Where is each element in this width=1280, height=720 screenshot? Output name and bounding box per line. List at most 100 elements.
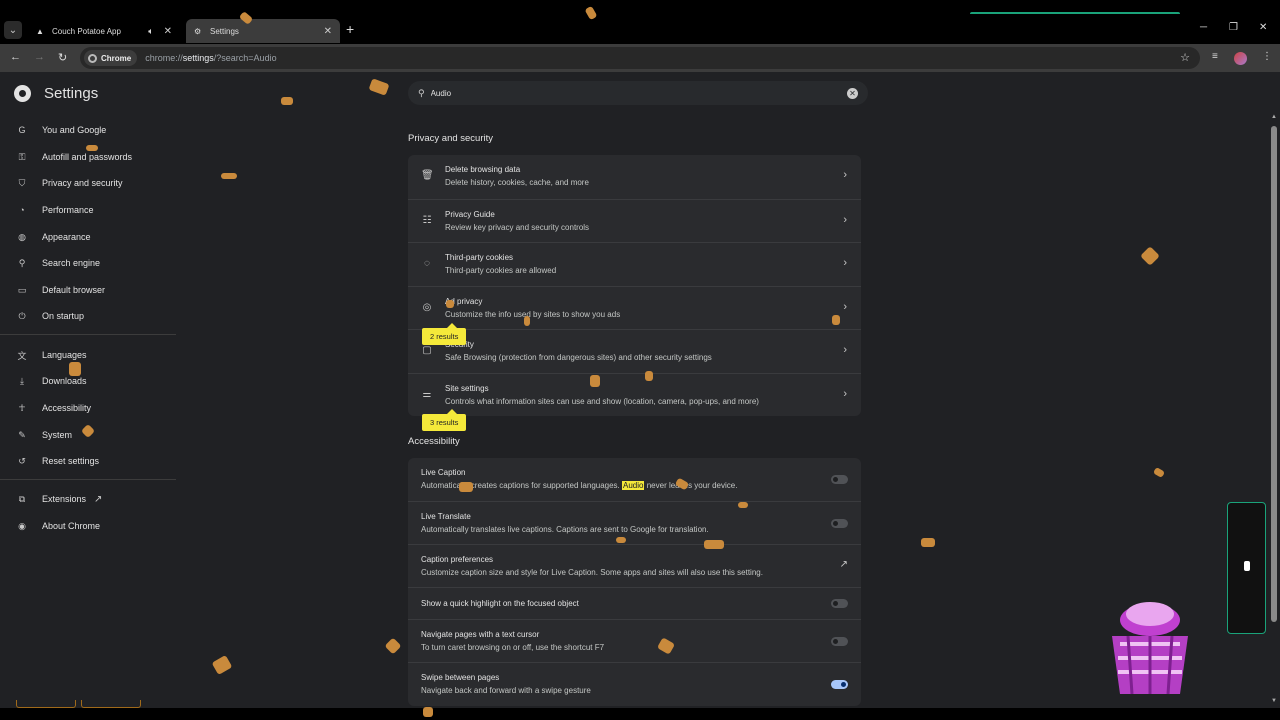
cookie-crumb-icon [69,362,81,376]
tab-couch-potatoe[interactable]: ▲ Couch Potatoe App 🔈︎ ✕ [28,20,180,42]
sidebar-item-search-engine[interactable]: ⚲ Search engine [16,254,100,272]
row-security[interactable]: ▢ Security Safe Browsing (protection fro… [408,329,861,373]
sidebar-item-performance[interactable]: ◔ Performance [16,201,93,219]
external-link-icon: ↗ [94,493,103,505]
sidebar-item-accessibility[interactable]: ☥ Accessibility [16,399,91,417]
row-title: Third-party cookies [445,253,514,262]
cookie-crumb-icon [423,707,433,717]
caret-browsing-toggle[interactable] [831,637,848,646]
page-scrollbar[interactable]: ▲ ▼ [1270,114,1278,704]
url-text[interactable]: chrome://settings/?search=Audio [145,53,276,63]
section-heading-privacy: Privacy and security [408,133,494,144]
close-icon[interactable]: ✕ [324,26,332,37]
palette-icon: ◍ [18,231,26,242]
floating-side-panel[interactable] [1227,502,1266,634]
sidebar-divider [0,479,176,480]
speaker-icon[interactable]: 🔈︎ [148,26,153,37]
row-subtitle: Safe Browsing (protection from dangerous… [445,353,712,362]
sidebar-item-autofill[interactable]: ⚿ Autofill and passwords [16,148,133,166]
search-results-badge: 3 results [422,409,467,431]
chevron-right-icon: › [843,387,847,400]
row-subtitle: To turn caret browsing on or off, use th… [421,643,605,652]
ad-privacy-icon: ◎ [422,301,432,313]
close-icon[interactable]: ✕ [164,26,172,37]
row-quick-highlight[interactable]: Show a quick highlight on the focused ob… [408,587,861,619]
page-title: Settings [44,85,99,102]
row-live-caption[interactable]: Live Caption Automatically creates capti… [408,458,861,501]
trash-icon: 🗑︎ [421,170,434,181]
scroll-down-icon[interactable]: ▼ [1271,698,1277,704]
sidebar-item-on-startup[interactable]: ⏻ On startup [16,307,84,325]
scroll-up-icon[interactable]: ▲ [1271,114,1277,120]
row-subtitle: Controls what information sites can use … [445,396,759,406]
muffin-logo-icon [1112,602,1188,695]
window-close-icon[interactable]: ✕ [1259,22,1267,33]
row-subtitle: Navigate back and forward with a swipe g… [421,686,591,695]
sidebar-item-extensions[interactable]: ⧉ Extensions ↗ [16,490,103,508]
row-live-translate[interactable]: Live Translate Automatically translates … [408,501,861,544]
search-icon: ⚲ [18,257,26,268]
sidebar-item-appearance[interactable]: ◍ Appearance [16,228,90,246]
row-title: Live Caption [421,468,466,477]
sidebar-item-reset[interactable]: ↺ Reset settings [16,452,99,470]
tab-strip: ⌄ ▲ Couch Potatoe App 🔈︎ ✕ ⚙ Settings ✕ … [0,0,1280,44]
live-translate-toggle[interactable] [831,519,848,528]
cookie-crumb-icon [86,145,98,151]
quick-highlight-toggle[interactable] [831,599,848,608]
wrench-icon: ✎ [18,429,26,440]
row-delete-browsing-data[interactable]: 🗑︎ Delete browsing data Delete history, … [408,155,861,199]
row-ad-privacy[interactable]: ◎ Ad privacy Customize the info used by … [408,285,861,330]
tab-settings[interactable]: ⚙ Settings ✕ [186,19,340,43]
site-info-chip[interactable]: Chrome [84,50,138,66]
back-icon[interactable]: ← [10,51,21,63]
search-highlight: Audio [622,481,645,490]
accessibility-icon: ☥ [18,402,26,413]
row-privacy-guide[interactable]: ☷ Privacy Guide Review key privacy and s… [408,198,861,243]
row-caption-preferences[interactable]: Caption preferences Customize caption si… [408,544,861,587]
row-subtitle: Customize caption size and style for Liv… [421,568,763,577]
cookie-crumb-icon [921,538,935,547]
profile-avatar[interactable] [1234,52,1247,65]
sidebar-item-default-browser[interactable]: ▭ Default browser [16,281,105,299]
address-bar[interactable]: Chrome chrome://settings/?search=Audio [80,47,1200,69]
new-tab-button[interactable]: + [346,21,354,37]
bottom-tray-button[interactable] [16,700,76,708]
power-icon: ⏻ [18,310,26,321]
key-icon: ⚿ [18,151,26,162]
row-caret-browsing[interactable]: Navigate pages with a text cursor To tur… [408,619,861,662]
cookie-icon: ◌ [424,258,430,269]
search-input[interactable] [430,88,847,98]
media-controls-icon[interactable]: ≡ [1212,51,1218,62]
row-site-settings[interactable]: ⚌ Site settings Controls what informatio… [408,372,861,417]
puzzle-icon: ⧉ [18,493,26,504]
sidebar-item-system[interactable]: ✎ System [16,426,72,444]
sidebar-item-you-and-google[interactable]: G You and Google [16,121,106,139]
live-caption-toggle[interactable] [831,475,848,484]
row-third-party-cookies[interactable]: ◌ Third-party cookies Third-party cookie… [408,242,861,286]
tab-search-button[interactable]: ⌄ [4,21,22,39]
scrollbar-thumb[interactable] [1271,126,1277,622]
translate-icon: 文 [17,350,27,361]
sidebar-item-privacy[interactable]: ⛉ Privacy and security [16,174,123,192]
sidebar-item-about-chrome[interactable]: ◉ About Chrome [16,517,100,535]
chrome-icon [88,53,97,63]
row-subtitle: Review key privacy and security controls [445,222,590,232]
swipe-pages-toggle[interactable] [831,680,848,689]
clear-search-icon[interactable]: ✕ [847,87,858,99]
settings-search[interactable]: ⚲ ✕ [408,81,868,105]
chevron-right-icon: › [843,257,847,269]
row-swipe-between-pages[interactable]: Swipe between pages Navigate back and fo… [408,662,861,706]
bookmark-star-icon[interactable]: ☆ [1180,51,1190,64]
minimize-icon[interactable]: ─ [1200,22,1207,33]
panel-knob[interactable] [1244,561,1250,571]
download-progress-indicator [970,12,1180,16]
menu-icon[interactable]: ⋮ [1262,51,1272,62]
row-title: Delete browsing data [445,165,521,174]
row-title: Live Translate [421,512,471,521]
cookie-crumb-icon [645,371,653,381]
reload-icon[interactable]: ↻ [58,51,67,64]
bottom-tray-button[interactable] [81,700,141,708]
forward-icon[interactable]: → [34,51,45,63]
privacy-guide-icon: ☷ [422,214,432,226]
restore-icon[interactable]: ❐ [1229,22,1238,33]
